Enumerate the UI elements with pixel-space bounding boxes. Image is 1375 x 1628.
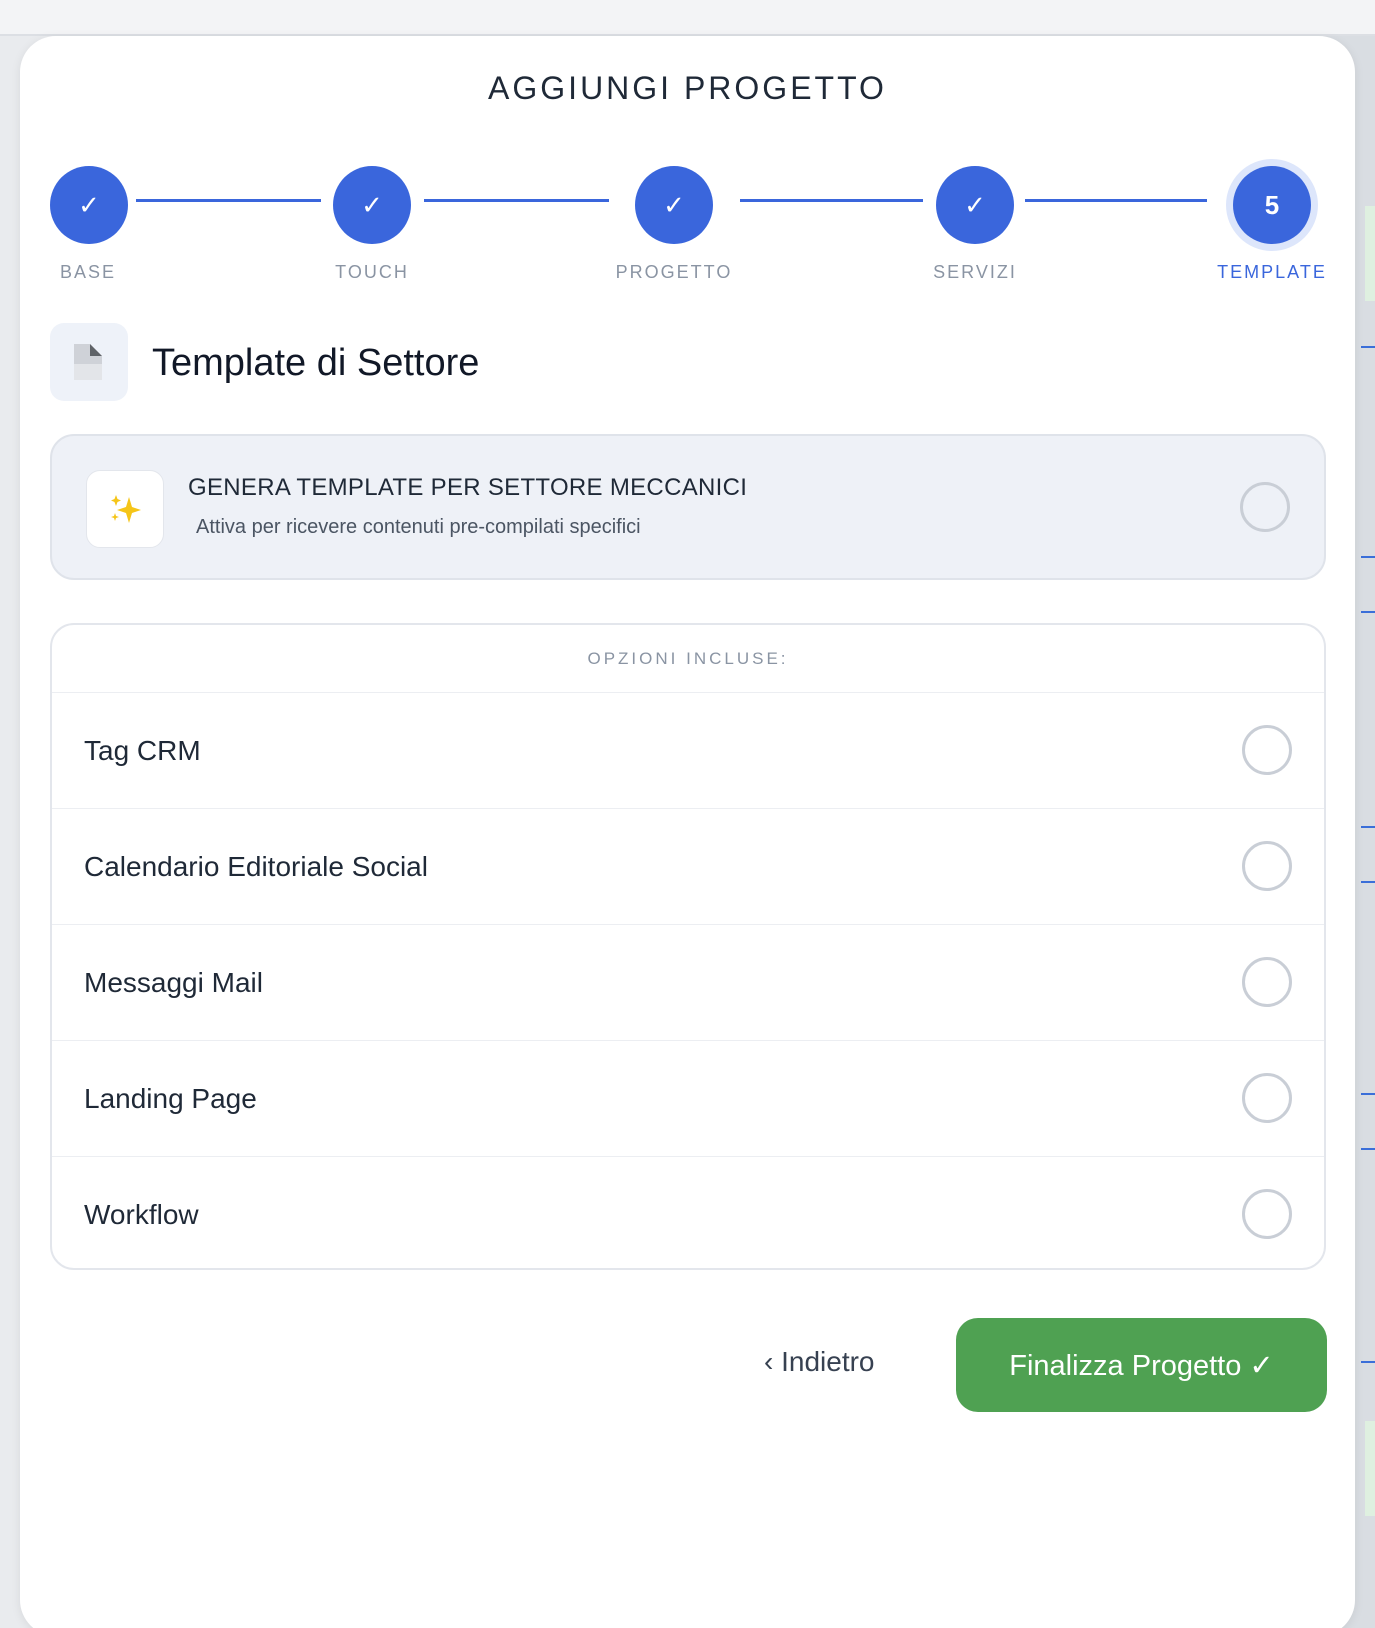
generate-title: GENERA TEMPLATE PER SETTORE MECCANICI [188, 474, 748, 501]
option-radio[interactable] [1242, 957, 1292, 1007]
option-radio[interactable] [1242, 725, 1292, 775]
step-connector [1025, 199, 1207, 202]
step-servizi-circle[interactable]: ✓ [936, 166, 1014, 244]
option-radio[interactable] [1242, 841, 1292, 891]
option-label: Tag CRM [84, 735, 201, 766]
background-decoration [1365, 206, 1375, 301]
back-button[interactable]: ‹ Indietro [764, 1346, 875, 1378]
generate-template-toggle[interactable] [1240, 482, 1290, 532]
check-icon: ✓ [361, 189, 383, 220]
option-label: Landing Page [84, 1083, 257, 1114]
step-label-progetto: PROGETTO [615, 262, 733, 282]
option-radio[interactable] [1242, 1073, 1292, 1123]
step-progetto-circle[interactable]: ✓ [635, 166, 713, 244]
check-icon: ✓ [964, 189, 986, 220]
option-row-messaggi-mail[interactable]: Messaggi Mail [52, 925, 1324, 1041]
background-decoration [1361, 826, 1375, 828]
option-label: Workflow [84, 1199, 199, 1230]
background-decoration [1361, 1148, 1375, 1150]
step-label-servizi: SERVIZI [933, 262, 1017, 282]
option-radio[interactable] [1242, 1189, 1292, 1239]
check-icon: ✓ [663, 189, 685, 220]
background-decoration [1361, 346, 1375, 348]
background-topbar [0, 0, 1375, 36]
option-label: Messaggi Mail [84, 967, 263, 998]
background-decoration [1361, 556, 1375, 558]
option-row-landing-page[interactable]: Landing Page [52, 1041, 1324, 1157]
background-decoration [1361, 881, 1375, 883]
step-touch-circle[interactable]: ✓ [333, 166, 411, 244]
option-label: Calendario Editoriale Social [84, 851, 428, 882]
document-icon [50, 323, 128, 401]
generate-template-card[interactable]: GENERA TEMPLATE PER SETTORE MECCANICI At… [50, 434, 1326, 580]
background-decoration [1361, 611, 1375, 613]
step-connector [136, 199, 321, 202]
step-base-circle[interactable]: ✓ [50, 166, 128, 244]
option-row-workflow[interactable]: Workflow [52, 1157, 1324, 1268]
step-connector [424, 199, 609, 202]
section-title: Template di Settore [152, 342, 480, 384]
background-decoration [1361, 1361, 1375, 1363]
step-label-touch: TOUCH [335, 262, 409, 282]
step-label-base: BASE [59, 262, 117, 282]
included-options-card: OPZIONI INCLUSE: Tag CRM Calendario Edit… [50, 623, 1326, 1270]
step-label-template: TEMPLATE [1217, 262, 1327, 282]
sparkles-icon [86, 470, 164, 548]
check-icon: ✓ [78, 189, 100, 220]
step-number: 5 [1264, 189, 1280, 220]
generate-subtitle: Attiva per ricevere contenuti pre-compil… [196, 516, 641, 538]
option-row-calendario[interactable]: Calendario Editoriale Social [52, 809, 1324, 925]
step-connector [740, 199, 923, 202]
modal-title: AGGIUNGI PROGETTO [488, 70, 887, 106]
option-row-tag-crm[interactable]: Tag CRM [52, 693, 1324, 809]
step-template-circle: 5 [1233, 166, 1311, 244]
finalize-project-button[interactable]: Finalizza Progetto ✓ [956, 1318, 1327, 1412]
background-decoration [1365, 1421, 1375, 1516]
background-decoration [1361, 1093, 1375, 1095]
options-header: OPZIONI INCLUSE: [52, 625, 1324, 693]
